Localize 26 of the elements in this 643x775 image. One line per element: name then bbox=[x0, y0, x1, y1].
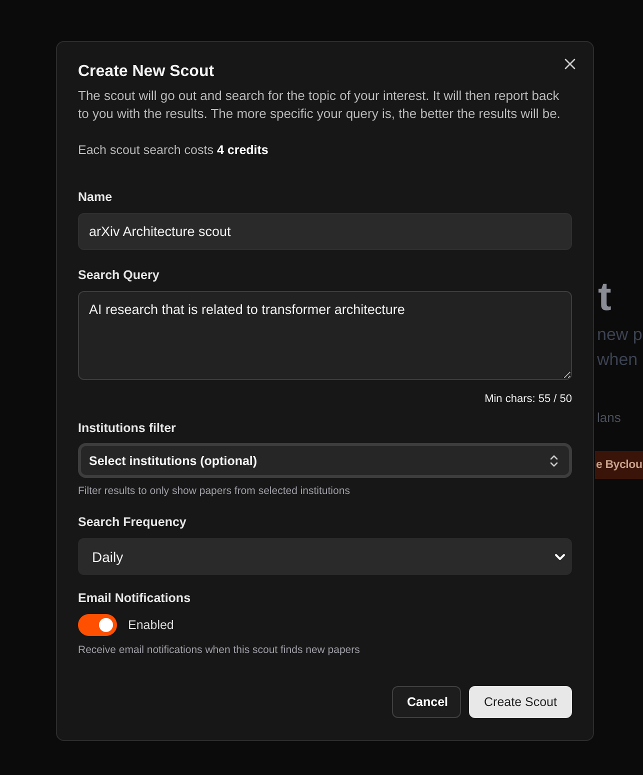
page-heading: t bbox=[598, 274, 612, 321]
dialog-description: The scout will go out and search for the topic of your interest. It will then report back to you with the results. The more specific your query is, the better the results will be. bbox=[78, 87, 562, 123]
cost-note: Each scout search costs 4 credits bbox=[78, 142, 270, 159]
close-icon[interactable] bbox=[562, 56, 578, 72]
body-text: when bbox=[597, 349, 638, 371]
character-counter: Min chars: 55 / 50 bbox=[484, 392, 572, 407]
notifications-toggle[interactable] bbox=[78, 614, 117, 636]
field-label: Email Notifications bbox=[78, 590, 192, 607]
field-label: Search Query bbox=[78, 267, 160, 284]
create-button[interactable]: Create Scout bbox=[469, 686, 572, 718]
helper-text: Receive email notifications when this scout finds new papers bbox=[78, 643, 361, 657]
cancel-button[interactable]: Cancel bbox=[392, 686, 462, 718]
query-textarea[interactable]: AI research that is related to transformer architecture bbox=[78, 291, 572, 380]
action-button[interactable]: e Byclou bbox=[595, 451, 643, 479]
field-label: Search Frequency bbox=[78, 514, 188, 531]
chevron-up-down-icon bbox=[549, 454, 559, 468]
name-input[interactable]: arXiv Architecture scout bbox=[78, 213, 572, 250]
body-text: new p bbox=[597, 324, 642, 346]
frequency-select[interactable]: Daily bbox=[78, 538, 572, 575]
institutions-select[interactable]: Select institutions (optional) bbox=[78, 443, 572, 478]
toggle-state-label: Enabled bbox=[128, 618, 174, 632]
helper-text: Filter results to only show papers from selected institutions bbox=[78, 484, 351, 498]
field-label: Institutions filter bbox=[78, 420, 177, 437]
chevron-down-icon bbox=[554, 552, 566, 560]
field-label: Name bbox=[78, 189, 114, 206]
dialog-title: Create New Scout bbox=[78, 62, 216, 82]
